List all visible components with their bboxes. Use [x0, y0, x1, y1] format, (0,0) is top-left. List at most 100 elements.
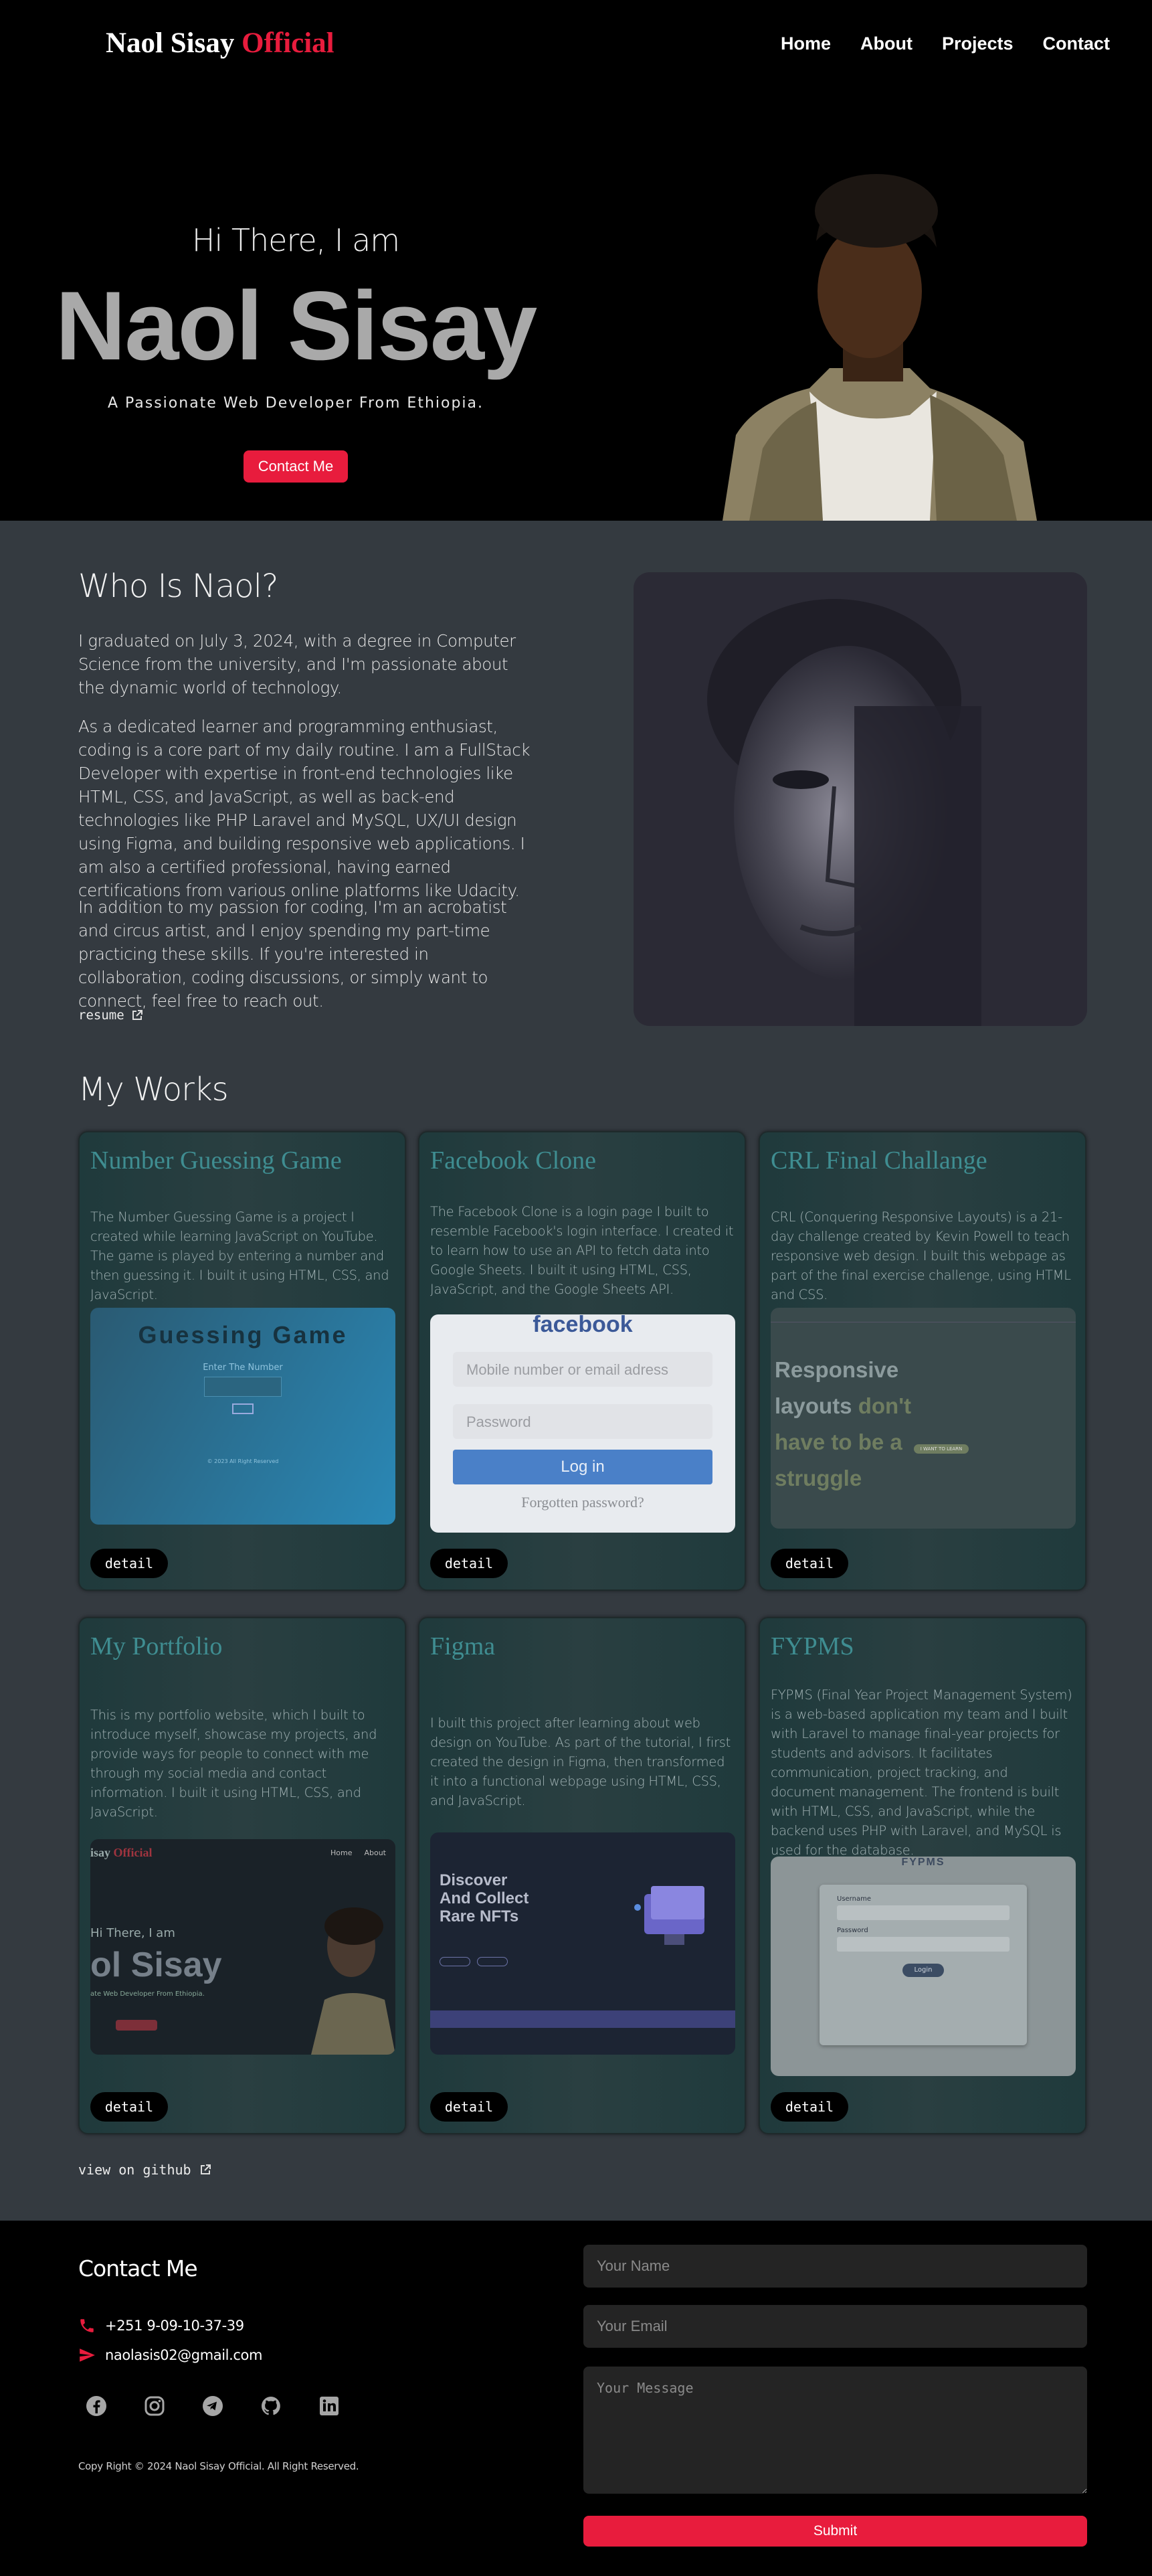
- shot-title: Guessing Game: [138, 1321, 348, 1349]
- detail-button[interactable]: detail: [771, 1549, 848, 1578]
- message-field[interactable]: [583, 2367, 1087, 2494]
- submit-button[interactable]: Submit: [583, 2516, 1087, 2547]
- project-screenshot: Responsive layouts don't have to be a st…: [771, 1308, 1076, 1529]
- shot-label: Enter The Number: [203, 1363, 283, 1373]
- email-row: naolasis02@gmail.com: [78, 2346, 262, 2364]
- shot-btn-a: [440, 1957, 470, 1966]
- shot-greet: Hi There, I am: [90, 1926, 175, 1940]
- project-description: This is my portfolio website, which I bu…: [90, 1707, 377, 1820]
- nav-link-projects[interactable]: Projects: [942, 33, 1014, 54]
- hero-portrait: [723, 174, 1037, 521]
- phone-number: +251 9-09-10-37-39: [105, 2318, 244, 2334]
- copyright: Copy Right © 2024 Naol Sisay Official. A…: [78, 2460, 359, 2472]
- shot-illustration: [634, 1886, 704, 1945]
- shot-pass: Password: [837, 1927, 868, 1934]
- shot-brand: FYPMS: [901, 1857, 945, 1868]
- shot-headline: Discover And Collect Rare NFTs: [440, 1871, 529, 1925]
- nav-link-home[interactable]: Home: [781, 33, 831, 54]
- project-card-crl: CRL Final Challange CRL (Conquering Resp…: [759, 1131, 1086, 1591]
- shot-user: Username: [837, 1895, 871, 1903]
- works-heading: My Works: [78, 1071, 229, 1108]
- shot-login-card: Username Password Login: [820, 1885, 1027, 2045]
- contact-me-button[interactable]: Contact Me: [244, 450, 348, 483]
- resume-link[interactable]: resume: [78, 1008, 143, 1023]
- instagram-icon[interactable]: [140, 2391, 169, 2421]
- project-screenshot: facebook Mobile number or email adress P…: [430, 1314, 735, 1533]
- about-paragraph-2: As a dedicated learner and programming e…: [78, 717, 531, 900]
- logo[interactable]: Naol Sisay Official: [106, 27, 334, 60]
- shot-btn-b: [477, 1957, 508, 1966]
- logo-second: Official: [242, 27, 334, 59]
- external-link-icon: [200, 2164, 211, 2174]
- project-title: CRL Final Challange: [771, 1146, 987, 1175]
- shot-portrait: [311, 1907, 395, 2055]
- social-links: [82, 2391, 344, 2421]
- facebook-icon[interactable]: [82, 2391, 111, 2421]
- project-card-facebook-clone: Facebook Clone The Facebook Clone is a l…: [418, 1131, 746, 1591]
- telegram-icon[interactable]: [198, 2391, 227, 2421]
- hero-name: Naol Sisay: [55, 271, 537, 380]
- shot-email: Mobile number or email adress: [453, 1352, 712, 1387]
- project-screenshot: isay Official Home About Hi There, I am o…: [90, 1839, 395, 2055]
- shot-nav-about: About: [364, 1849, 386, 1857]
- project-screenshot: Discover And Collect Rare NFTs: [430, 1832, 735, 2055]
- project-title: Facebook Clone: [430, 1146, 597, 1175]
- email-field[interactable]: [583, 2305, 1087, 2348]
- shot-login: Login: [902, 1964, 944, 1977]
- contact-footer: Contact Me +251 9-09-10-37-39 naolasis02…: [0, 2221, 1152, 2576]
- detail-button[interactable]: detail: [771, 2092, 848, 2122]
- detail-button[interactable]: detail: [90, 2092, 168, 2122]
- shot-sub: ate Web Developer From Ethiopia.: [90, 1990, 205, 1998]
- name-field[interactable]: [583, 2245, 1087, 2288]
- project-title: Number Guessing Game: [90, 1146, 342, 1175]
- shot-forgot: Forgotten password?: [521, 1494, 644, 1511]
- detail-button[interactable]: detail: [90, 1549, 168, 1578]
- email-address: naolasis02@gmail.com: [105, 2347, 263, 2363]
- project-title: My Portfolio: [90, 1632, 223, 1660]
- shot-brand: facebook: [533, 1314, 633, 1337]
- project-title: Figma: [430, 1632, 496, 1660]
- nav-link-contact[interactable]: Contact: [1043, 33, 1111, 54]
- shot-bar: [430, 2010, 735, 2028]
- top-nav: Naol Sisay Official Home About Projects …: [0, 0, 1152, 94]
- project-description: The Facebook Clone is a login page I bui…: [430, 1204, 734, 1297]
- project-description: FYPMS (Final Year Project Management Sys…: [771, 1687, 1072, 1858]
- project-screenshot: FYPMS Username Password Login: [771, 1857, 1076, 2076]
- shot-input: [204, 1377, 282, 1397]
- project-card-figma: Figma I built this project after learnin…: [418, 1617, 746, 2134]
- shot-name: ol Sisay: [90, 1946, 222, 1984]
- send-icon: [80, 2348, 95, 2362]
- project-description: The Number Guessing Game is a project I …: [90, 1209, 389, 1302]
- shot-logo-b: Official: [113, 1846, 153, 1859]
- phone-row: +251 9-09-10-37-39: [78, 2317, 244, 2334]
- external-link-icon: [132, 1010, 142, 1020]
- detail-button[interactable]: detail: [430, 1549, 508, 1578]
- shot-button: [232, 1403, 254, 1414]
- project-screenshot: Guessing Game Enter The Number © 2023 Al…: [90, 1308, 395, 1525]
- github-label: view on github: [78, 2162, 191, 2178]
- project-description: CRL (Conquering Responsive Layouts) is a…: [771, 1209, 1071, 1302]
- shot-pass-input: [837, 1937, 1010, 1952]
- github-link[interactable]: view on github: [78, 2162, 211, 2178]
- contact-heading: Contact Me: [78, 2255, 198, 2282]
- shot-footer: © 2023 All Right Reserved: [207, 1458, 279, 1464]
- hero-subtitle: A Passionate Web Developer From Ethiopia…: [107, 395, 484, 412]
- project-title: FYPMS: [771, 1632, 854, 1660]
- shot-logo-a: isay: [90, 1846, 111, 1859]
- shot-nav-home: Home: [330, 1849, 353, 1857]
- linkedin-icon[interactable]: [314, 2391, 344, 2421]
- about-heading: Who Is Naol?: [78, 568, 278, 605]
- resume-label: resume: [78, 1008, 124, 1023]
- shot-button: [116, 2020, 157, 2031]
- hero-section: Hi There, I am Naol Sisay A Passionate W…: [0, 94, 1152, 521]
- about-paragraph-1: I graduated on July 3, 2024, with a degr…: [78, 631, 516, 697]
- detail-button[interactable]: detail: [430, 2092, 508, 2122]
- logo-first: Naol Sisay: [106, 27, 235, 59]
- shot-login: Log in: [453, 1450, 712, 1484]
- project-card-fypms: FYPMS FYPMS (Final Year Project Manageme…: [759, 1617, 1086, 2134]
- github-icon[interactable]: [256, 2391, 286, 2421]
- project-description: I built this project after learning abou…: [430, 1715, 731, 1808]
- nav-link-about[interactable]: About: [860, 33, 913, 54]
- shot-password: Password: [453, 1404, 712, 1439]
- about-portrait: [634, 572, 1087, 1026]
